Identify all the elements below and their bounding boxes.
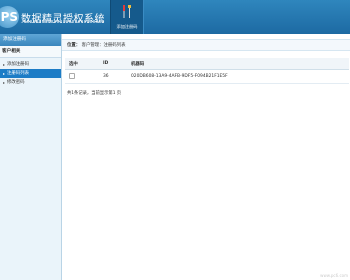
sidebar-item-add-code[interactable]: 添加注册码	[0, 60, 61, 69]
arrow-right-icon	[3, 72, 5, 75]
sidebar-item-label: 注册码列表	[7, 71, 29, 76]
row-machine-code: 020DB608-13A9-4AFB-9DF5-F094B21F1E5F	[127, 69, 349, 84]
logo-mark: PS	[0, 6, 19, 28]
sidebar-item-label: 添加注册码	[7, 62, 29, 67]
sidebar-header: 添加注册码	[0, 34, 61, 46]
add-code-toolbar-button[interactable]: 添加注册码	[110, 0, 144, 34]
sidebar-item-change-password[interactable]: 修改密码	[0, 78, 61, 87]
breadcrumb: 位置： 客户管理：注册码列表	[62, 39, 350, 51]
logo-subtitle-decoration	[24, 20, 104, 23]
top-bar: PS 数据精灵授权系统 添加注册码	[0, 0, 350, 34]
sidebar-item-label: 修改密码	[7, 80, 25, 85]
sidebar-section-customer: 客户相关	[0, 46, 61, 58]
app-logo: PS 数据精灵授权系统	[0, 5, 105, 29]
breadcrumb-path: 客户管理：注册码列表	[81, 43, 126, 48]
watermark: www.pc6.com	[320, 273, 348, 278]
row-checkbox[interactable]	[69, 72, 75, 79]
table-header-row: 选中 ID 机器码	[65, 58, 349, 70]
breadcrumb-prefix: 位置：	[67, 43, 81, 48]
row-select-cell	[65, 69, 99, 84]
add-code-toolbar-label: 添加注册码	[116, 24, 138, 29]
pagination-info: 共1条记录，当前显示第1 页	[67, 91, 122, 96]
sidebar: 添加注册码 客户相关 添加注册码 注册码列表 修改密码	[0, 34, 62, 280]
table-row: 36 020DB608-13A9-4AFB-9DF5-F094B21F1E5F	[65, 69, 349, 84]
column-header-id: ID	[99, 58, 127, 70]
code-table: 选中 ID 机器码 36 020DB608-13A9-4AFB-9DF5-F09…	[65, 58, 349, 84]
main-content: 位置： 客户管理：注册码列表 选中 ID 机器码 36 020DB608-13A…	[62, 34, 350, 280]
sidebar-item-code-list[interactable]: 注册码列表	[0, 69, 61, 78]
tools-icon	[123, 5, 131, 18]
column-header-select: 选中	[65, 58, 99, 70]
row-id: 36	[99, 69, 127, 84]
column-header-machine-code: 机器码	[127, 58, 349, 70]
arrow-right-icon	[3, 81, 5, 84]
arrow-right-icon	[3, 63, 5, 66]
